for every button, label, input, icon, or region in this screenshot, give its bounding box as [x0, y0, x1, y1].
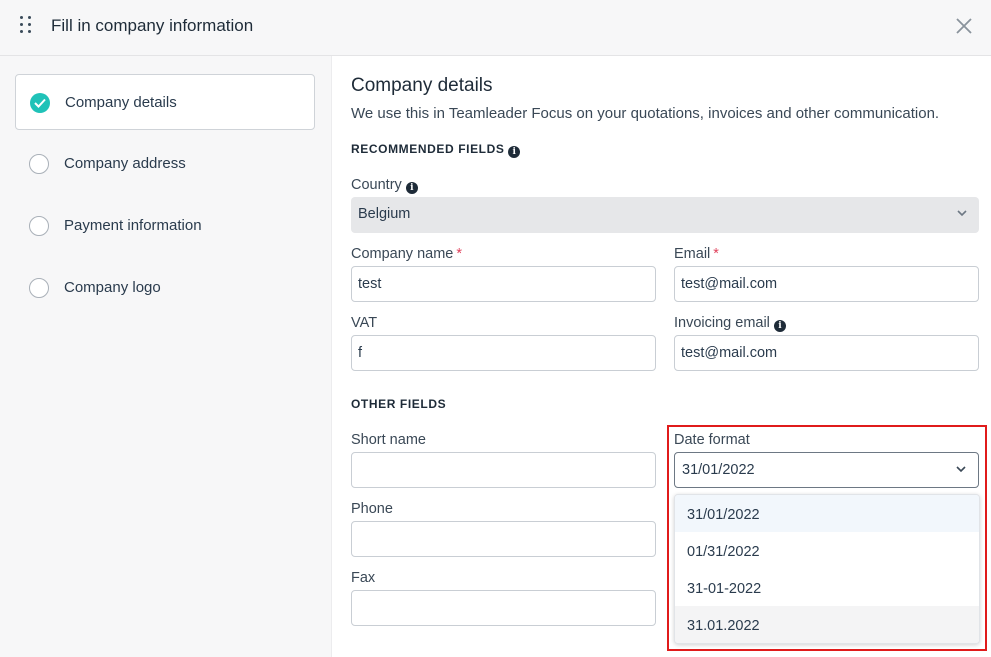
short-name-label: Short name [351, 432, 426, 448]
modal-header: Fill in company information [0, 0, 991, 56]
chevron-down-icon [957, 210, 967, 217]
step-label: Company logo [64, 279, 161, 296]
info-icon[interactable]: i [508, 146, 521, 158]
recommended-fields-heading: RECOMMENDED FIELDS i [351, 142, 521, 158]
page-title: Company details [351, 75, 493, 96]
step-payment-information[interactable]: Payment information [15, 198, 315, 254]
company-name-label: Company name * [351, 246, 462, 262]
vat-input[interactable]: f [351, 335, 656, 371]
company-name-input[interactable]: test [351, 266, 656, 302]
label-text: Email [674, 246, 711, 262]
required-mark: * [713, 246, 719, 262]
steps-sidebar: Company details Company address Payment … [0, 56, 332, 657]
page-description: We use this in Teamleader Focus on your … [351, 105, 940, 122]
vat-label: VAT [351, 315, 378, 331]
invoicing-email-label: Invoicing email i [674, 315, 786, 332]
email-input[interactable]: test@mail.com [674, 266, 979, 302]
modal-title: Fill in company information [51, 16, 254, 35]
check-icon [30, 93, 50, 113]
step-company-details[interactable]: Company details [15, 74, 315, 130]
required-mark: * [456, 246, 463, 262]
label-text: Invoicing email [674, 315, 770, 331]
label-text: Country [351, 177, 402, 193]
step-circle-icon [29, 216, 49, 236]
info-icon[interactable]: i [773, 320, 786, 332]
highlight-box [667, 425, 987, 651]
email-label: Email * [674, 246, 719, 262]
country-select: Belgium [351, 197, 979, 233]
step-circle-icon [29, 154, 49, 174]
step-company-logo[interactable]: Company logo [15, 260, 315, 316]
short-name-input[interactable] [351, 452, 656, 488]
step-label: Company address [64, 155, 186, 172]
close-button[interactable] [952, 14, 976, 38]
label-text: Company name [351, 246, 454, 262]
step-label: Payment information [64, 217, 202, 234]
select-value: Belgium [358, 206, 411, 222]
section-title-text: RECOMMENDED FIELDS [351, 142, 505, 156]
step-label: Company details [65, 94, 177, 111]
invoicing-email-input[interactable]: test@mail.com [674, 335, 979, 371]
close-icon [956, 18, 972, 34]
fax-input[interactable] [351, 590, 656, 626]
phone-input[interactable] [351, 521, 656, 557]
phone-label: Phone [351, 501, 393, 517]
other-fields-heading: OTHER FIELDS [351, 397, 447, 411]
step-company-address[interactable]: Company address [15, 136, 315, 192]
info-icon[interactable]: i [405, 182, 418, 194]
country-label: Country i [351, 177, 418, 194]
step-circle-icon [29, 278, 49, 298]
drag-handle-icon[interactable] [20, 16, 34, 36]
fax-label: Fax [351, 570, 376, 586]
